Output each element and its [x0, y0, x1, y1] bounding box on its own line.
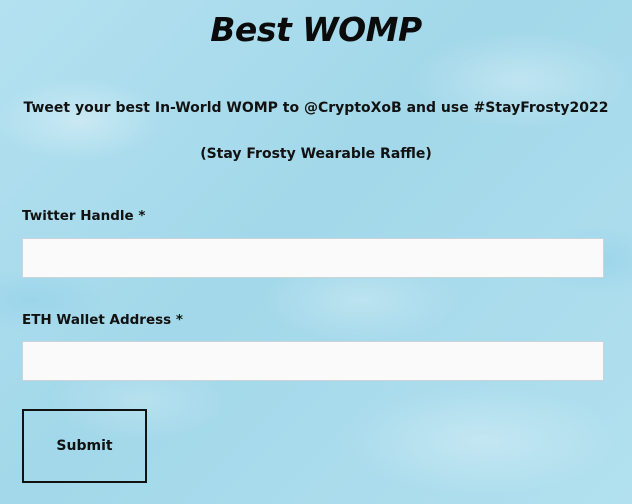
eth-wallet-label: ETH Wallet Address *	[22, 312, 183, 328]
twitter-handle-label: Twitter Handle *	[22, 208, 146, 224]
form-subdescription: (Stay Frosty Wearable Raffle)	[200, 146, 432, 162]
eth-wallet-input[interactable]	[22, 341, 604, 381]
twitter-handle-input[interactable]	[22, 238, 604, 278]
form-description: Tweet your best In-World WOMP to @Crypto…	[23, 100, 609, 116]
page-title: Best WOMP	[210, 10, 422, 49]
submit-button[interactable]: Submit	[22, 409, 147, 483]
